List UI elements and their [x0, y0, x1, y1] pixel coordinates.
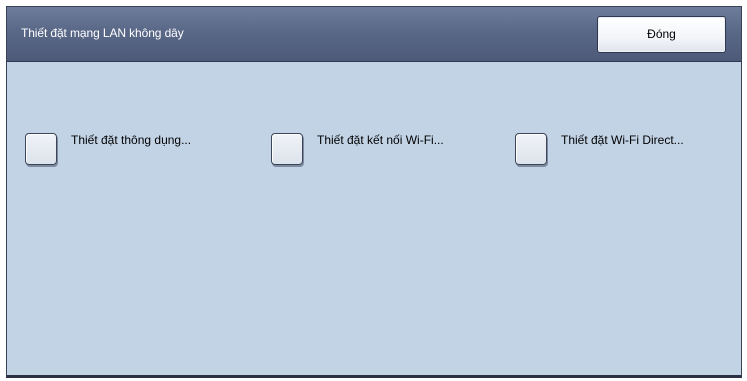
wifi-direct-settings-label: Thiết đặt Wi-Fi Direct...: [561, 133, 684, 147]
wireless-lan-settings-dialog: Thiết đặt mạng LAN không dây Đóng Thiết …: [6, 6, 742, 378]
close-button[interactable]: Đóng: [597, 16, 726, 53]
wifi-connection-settings-checkbox[interactable]: [271, 133, 303, 165]
common-settings-label: Thiết đặt thông dụng...: [71, 133, 192, 147]
common-settings-option[interactable]: Thiết đặt thông dụng...: [25, 126, 191, 176]
wifi-direct-settings-option[interactable]: Thiết đặt Wi-Fi Direct...: [515, 126, 684, 176]
wifi-connection-settings-label: Thiết đặt kết nối Wi-Fi...: [317, 133, 444, 147]
common-settings-checkbox[interactable]: [25, 133, 57, 165]
dialog-title: Thiết đặt mạng LAN không dây: [21, 26, 184, 40]
dialog-header: Thiết đặt mạng LAN không dây Đóng: [7, 7, 741, 62]
wifi-direct-settings-checkbox[interactable]: [515, 133, 547, 165]
wifi-connection-settings-option[interactable]: Thiết đặt kết nối Wi-Fi...: [271, 126, 444, 176]
